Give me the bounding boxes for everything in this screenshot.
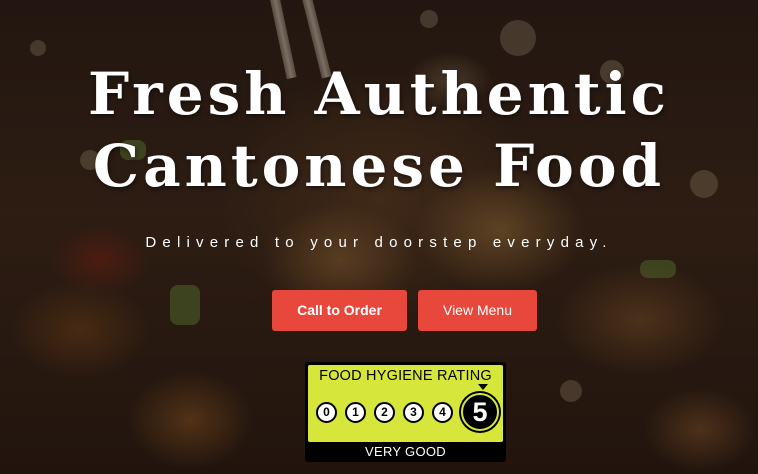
rating-label: VERY GOOD [365, 444, 446, 459]
headline-line-1: Fresh Authentic [88, 60, 670, 128]
view-menu-button[interactable]: View Menu [418, 290, 537, 331]
hero-subheadline: Delivered to your doorstep everyday. [145, 234, 613, 251]
rating-scale-4: 4 [432, 402, 453, 423]
hero-section: Fresh Authentic Cantonese Food Delivered… [0, 0, 758, 474]
rating-scale-2: 2 [374, 402, 395, 423]
rating-panel: FOOD HYGIENE RATING 0 1 2 3 4 5 [308, 365, 503, 442]
hero-headline: Fresh Authentic Cantonese Food [0, 58, 758, 202]
headline-line-2: Cantonese Food [92, 132, 666, 200]
rating-title: FOOD HYGIENE RATING [319, 368, 492, 384]
hero-content: Fresh Authentic Cantonese Food Delivered… [0, 0, 758, 474]
rating-pointer-icon [478, 384, 488, 390]
call-to-order-button[interactable]: Call to Order [272, 290, 407, 331]
rating-scale-3: 3 [403, 402, 424, 423]
rating-scale-0: 0 [316, 402, 337, 423]
rating-score: 5 [461, 393, 499, 431]
food-hygiene-rating-badge[interactable]: FOOD HYGIENE RATING 0 1 2 3 4 5 VERY GOO… [305, 362, 506, 462]
rating-scale-1: 1 [345, 402, 366, 423]
